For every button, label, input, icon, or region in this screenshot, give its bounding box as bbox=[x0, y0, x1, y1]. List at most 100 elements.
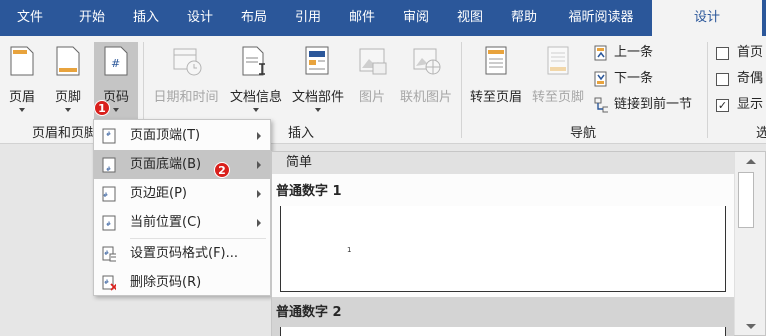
top-of-page-icon: # bbox=[102, 128, 116, 144]
goto-header-icon bbox=[485, 46, 507, 75]
goto-header-label: 转至页眉 bbox=[469, 90, 522, 105]
menu-item-current-position[interactable]: # 当前位置(C) bbox=[94, 208, 270, 237]
svg-text:#: # bbox=[106, 166, 111, 173]
goto-header-button[interactable]: 转至页眉 bbox=[466, 42, 526, 128]
gallery-item-plain-number-2[interactable]: 普通数字 2 bbox=[272, 297, 734, 336]
scroll-up-icon[interactable] bbox=[746, 159, 756, 164]
menu-item-label: 页面底端(B) bbox=[130, 157, 202, 172]
group-label-insert: 插入 bbox=[288, 126, 315, 141]
tab-help[interactable]: 帮助 bbox=[504, 0, 544, 36]
different-first-page-checkbox[interactable] bbox=[716, 47, 729, 60]
menu-item-bottom-of-page[interactable]: # 页面底端(B) bbox=[94, 150, 270, 179]
date-time-label: 日期和时间 bbox=[153, 90, 219, 105]
document-info-icon bbox=[242, 46, 265, 76]
gallery-item-thumbnail bbox=[280, 327, 726, 336]
menu-item-format-page-numbers[interactable]: # 设置页码格式(F)... bbox=[94, 239, 270, 268]
chevron-right-icon bbox=[257, 161, 261, 169]
header-button[interactable]: 页眉 bbox=[2, 42, 42, 128]
goto-footer-button[interactable]: 转至页脚 bbox=[528, 42, 588, 128]
tab-layout[interactable]: 布局 bbox=[234, 0, 274, 36]
next-section-icon bbox=[594, 71, 607, 87]
scrollbar-thumb[interactable] bbox=[738, 172, 754, 228]
menu-item-label: 当前位置(C) bbox=[130, 215, 202, 230]
tab-references[interactable]: 引用 bbox=[288, 0, 328, 36]
svg-text:#: # bbox=[106, 131, 111, 138]
gallery-section-header: 简单 bbox=[272, 152, 734, 174]
online-picture-label: 联机图片 bbox=[399, 90, 452, 105]
online-picture-button[interactable]: 联机图片 bbox=[394, 42, 458, 128]
gallery-item-title: 普通数字 1 bbox=[276, 184, 342, 199]
document-info-button[interactable]: 文档信息 bbox=[226, 42, 286, 128]
tab-review[interactable]: 审阅 bbox=[396, 0, 436, 36]
step-badge-2: 2 bbox=[214, 162, 230, 178]
chevron-right-icon bbox=[257, 190, 261, 198]
bottom-of-page-icon: # bbox=[102, 157, 116, 173]
svg-text:#: # bbox=[104, 279, 109, 286]
calendar-clock-icon bbox=[173, 48, 202, 76]
page-number-icon: # bbox=[104, 46, 128, 76]
footer-icon bbox=[56, 46, 80, 76]
tab-header-footer-design[interactable]: 设计 bbox=[652, 0, 762, 36]
different-odd-even-checkbox[interactable] bbox=[716, 73, 729, 86]
header-icon bbox=[10, 46, 34, 76]
document-parts-icon bbox=[305, 46, 329, 75]
svg-text:#: # bbox=[104, 250, 109, 257]
page-number-preview: 1 bbox=[347, 246, 352, 254]
bottom-of-page-gallery: 简单 普通数字 1 1 普通数字 2 bbox=[271, 151, 766, 336]
show-document-text-label: 显示 bbox=[737, 97, 764, 112]
gallery-item-plain-number-1[interactable]: 1 bbox=[280, 206, 726, 292]
scroll-down-icon[interactable] bbox=[746, 324, 756, 329]
date-time-button[interactable]: 日期和时间 bbox=[148, 42, 224, 128]
previous-section-icon bbox=[594, 45, 607, 61]
chevron-right-icon bbox=[257, 132, 261, 140]
group-divider bbox=[461, 42, 462, 138]
gallery-item-title: 普通数字 2 bbox=[276, 305, 342, 320]
tab-foxit-reader[interactable]: 福昕阅读器 bbox=[556, 0, 646, 36]
page-margins-icon: # bbox=[102, 186, 116, 202]
next-label: 下一条 bbox=[614, 71, 654, 86]
menu-item-label: 页边距(P) bbox=[130, 186, 187, 201]
chevron-down-icon bbox=[253, 108, 259, 112]
link-to-previous-label: 链接到前一节 bbox=[614, 97, 693, 112]
document-parts-button[interactable]: 文档部件 bbox=[288, 42, 348, 128]
previous-label: 上一条 bbox=[614, 45, 654, 60]
page-number-menu: # 页面顶端(T) # 页面底端(B) # 页边距(P) # 当前位置(C) # bbox=[93, 119, 271, 296]
picture-icon bbox=[359, 48, 387, 75]
tab-home[interactable]: 开始 bbox=[72, 0, 112, 36]
current-position-icon: # bbox=[102, 215, 116, 231]
menu-item-label: 页面顶端(T) bbox=[130, 128, 201, 143]
document-info-label: 文档信息 bbox=[229, 90, 282, 105]
chevron-down-icon bbox=[19, 108, 25, 112]
menu-item-label: 设置页码格式(F)... bbox=[130, 246, 239, 261]
menu-item-remove-page-numbers[interactable]: # 删除页码(R) bbox=[94, 268, 270, 297]
group-label-options: 选 bbox=[756, 126, 766, 141]
step-badge-1: 1 bbox=[94, 100, 110, 116]
svg-text:#: # bbox=[106, 221, 111, 228]
picture-button[interactable]: 图片 bbox=[352, 42, 392, 128]
show-document-text-checkbox[interactable]: ✓ bbox=[716, 99, 729, 112]
ribbon-tab-bar: 文件 开始 插入 设计 布局 引用 邮件 审阅 视图 帮助 福昕阅读器 设计 bbox=[0, 0, 766, 36]
tab-mailings[interactable]: 邮件 bbox=[342, 0, 382, 36]
chevron-right-icon bbox=[257, 219, 261, 227]
different-first-page-label: 首页 bbox=[737, 45, 764, 60]
goto-footer-icon bbox=[547, 46, 569, 75]
svg-text:#: # bbox=[111, 57, 120, 70]
svg-text:#: # bbox=[103, 192, 108, 199]
group-label-navigation: 导航 bbox=[570, 126, 597, 141]
remove-page-numbers-icon: # bbox=[102, 275, 116, 291]
tab-insert[interactable]: 插入 bbox=[126, 0, 166, 36]
gallery-scrollbar[interactable] bbox=[734, 152, 765, 335]
tab-view[interactable]: 视图 bbox=[450, 0, 490, 36]
tab-file[interactable]: 文件 bbox=[0, 0, 60, 36]
online-picture-icon bbox=[413, 48, 441, 75]
group-divider bbox=[707, 42, 708, 138]
document-parts-label: 文档部件 bbox=[291, 90, 344, 105]
menu-item-page-margins[interactable]: # 页边距(P) bbox=[94, 179, 270, 208]
tab-design[interactable]: 设计 bbox=[180, 0, 220, 36]
footer-button[interactable]: 页脚 bbox=[48, 42, 88, 128]
different-odd-even-label: 奇偶 bbox=[737, 71, 764, 86]
menu-item-top-of-page[interactable]: # 页面顶端(T) bbox=[94, 121, 270, 150]
group-label-header-footer: 页眉和页脚 bbox=[32, 126, 98, 141]
link-icon bbox=[594, 97, 608, 113]
format-page-numbers-icon: # bbox=[102, 246, 116, 262]
